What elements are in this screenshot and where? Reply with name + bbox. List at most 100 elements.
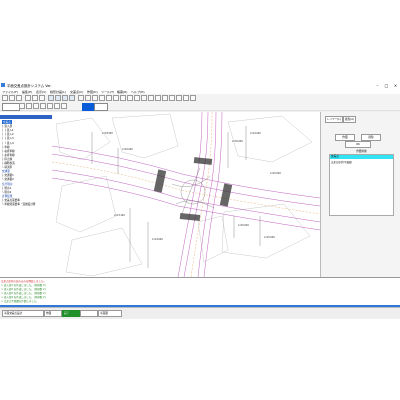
properties-panel: レイヤー(L) 属性(A) 作図 削除 OK 作図対象 交差点 交差点形状(平面… [320, 112, 400, 277]
edge-icon[interactable] [33, 103, 39, 109]
road-edge [51, 177, 321, 231]
ortho-icon[interactable] [54, 103, 60, 109]
status-bar: 平面交差点設計 作図 完了 平面図 [0, 307, 400, 319]
settings-icon[interactable] [190, 95, 196, 101]
dimension-label: L=25.000 [270, 172, 281, 175]
dimension-icon[interactable] [141, 95, 147, 101]
dimension-label: L=25.000 [238, 224, 249, 227]
parcel-outline [55, 175, 117, 233]
list-item-selected[interactable]: 交差点 [330, 155, 393, 159]
menu-alignment[interactable]: 線形計画(L) [50, 90, 66, 94]
dimension-label: L=23.100 [114, 214, 125, 217]
draw-button[interactable]: 作図 [335, 134, 355, 141]
road-edge [203, 111, 223, 278]
polar-icon[interactable] [61, 103, 67, 109]
parcel-outline [111, 113, 179, 159]
menu-draw[interactable]: 作図(D) [87, 90, 98, 94]
ok-button[interactable]: OK [345, 141, 371, 148]
tree-item[interactable]: └ 車線別需要率・混雑度計算 [2, 202, 36, 206]
crosswalk [179, 212, 201, 222]
maximize-button[interactable]: □ [382, 82, 391, 89]
dimension-label: L=24.000 [152, 238, 163, 241]
tab-layers[interactable]: レイヤー(L) [325, 116, 343, 123]
arc-icon[interactable] [92, 95, 98, 101]
project-tree-panel: 交差点 ├ 流入部 │ ├ 流入1 │ ├ 流入2 │ ├ 流入3 │ └ 流入4 ├ 車線… [0, 112, 53, 277]
open-icon[interactable] [9, 95, 15, 101]
dimension-label: L=20.000 [122, 148, 133, 151]
select-icon[interactable] [78, 95, 84, 101]
crosswalk [153, 169, 167, 193]
undo-icon[interactable] [32, 95, 38, 101]
redo-icon[interactable] [39, 95, 45, 101]
intersection-center [180, 179, 206, 205]
parcel-outline [55, 117, 111, 161]
tab-attributes[interactable]: 属性(A) [343, 116, 356, 123]
field-combo[interactable] [2, 103, 20, 111]
message-log: 交差点形状の読み込みを開始しました。 > 流入部1 を作成しました。(車線数 2)… [0, 277, 400, 308]
fillet-icon[interactable] [127, 95, 133, 101]
application-window: 平面交差点設計システム Ver. – □ × ファイル(F) 編集(E) 表示(… [0, 82, 400, 319]
zoom-in-icon[interactable] [48, 95, 54, 101]
road-edge [183, 111, 209, 278]
close-button[interactable]: × [391, 82, 400, 89]
delete-button[interactable]: 削除 [361, 134, 381, 141]
parcel-outline [221, 203, 311, 259]
menu-file[interactable]: ファイル(F) [2, 90, 18, 94]
menu-help[interactable]: ヘルプ(H) [131, 90, 145, 94]
intersection-plan-drawing[interactable]: L=18.500 L=20.000 L=25.000 L=25.000 L=23… [51, 111, 321, 278]
tree-header [0, 115, 52, 119]
grid-icon[interactable] [47, 103, 53, 109]
snap-icon[interactable] [40, 103, 46, 109]
turn-path [171, 175, 211, 187]
minimize-button[interactable]: – [373, 82, 382, 89]
status-app: 平面交差点設計 [2, 310, 44, 317]
lane-marking [51, 161, 321, 215]
line-icon[interactable] [85, 95, 91, 101]
crosswalk [193, 157, 213, 165]
crosswalk [219, 183, 233, 207]
hatch-icon[interactable] [155, 95, 161, 101]
scale-combo[interactable] [94, 103, 108, 111]
extend-icon[interactable] [120, 95, 126, 101]
draw-target-list: 作図対象 交差点 交差点形状(平面図) [329, 150, 394, 216]
dimension-label: L=30.000 [232, 140, 243, 143]
status-blank [80, 310, 98, 317]
check-icon[interactable] [169, 95, 175, 101]
zoom-out-icon[interactable] [55, 95, 61, 101]
pan-icon[interactable] [69, 95, 75, 101]
dimension-label: L=22.000 [250, 132, 261, 135]
measure-icon[interactable] [134, 95, 140, 101]
dimension-label: L=18.500 [102, 132, 113, 135]
secondary-toolbar [0, 102, 400, 111]
menu-intersection[interactable]: 交差点(C) [70, 90, 83, 94]
dimension-label: L=25.000 [264, 236, 275, 239]
offset-icon[interactable] [106, 95, 112, 101]
status-state: 完了 [62, 310, 80, 317]
menu-tools[interactable]: ツール(T) [101, 90, 114, 94]
layer-icon[interactable] [162, 95, 168, 101]
zoom-fit-icon[interactable] [62, 95, 68, 101]
trim-icon[interactable] [113, 95, 119, 101]
log-line: > 交差点平面図を作図しました。 [1, 300, 39, 303]
app-icon [1, 83, 5, 87]
status-mode: 作図 [44, 310, 62, 317]
drawing-canvas[interactable]: L=18.500 L=20.000 L=25.000 L=25.000 L=23… [51, 111, 321, 278]
table-icon[interactable] [183, 95, 189, 101]
menu-edit[interactable]: 編集(E) [22, 90, 32, 94]
list-item[interactable]: 交差点形状(平面図) [331, 160, 352, 164]
road-edge [51, 153, 321, 207]
save-icon[interactable] [16, 95, 22, 101]
new-icon[interactable] [2, 95, 8, 101]
calc-icon[interactable] [176, 95, 182, 101]
node-icon[interactable] [26, 103, 32, 109]
status-view: 平面図 [98, 310, 122, 317]
menu-reports[interactable]: 帳票(R) [117, 90, 127, 94]
road-edge [177, 111, 203, 278]
parcel-outline [65, 227, 143, 277]
window-title: 平面交差点設計システム Ver. [7, 84, 52, 88]
curve-icon[interactable] [99, 95, 105, 101]
menu-view[interactable]: 表示(V) [36, 90, 46, 94]
print-icon[interactable] [25, 95, 31, 101]
pointer-icon[interactable] [19, 103, 25, 109]
text-icon[interactable] [148, 95, 154, 101]
